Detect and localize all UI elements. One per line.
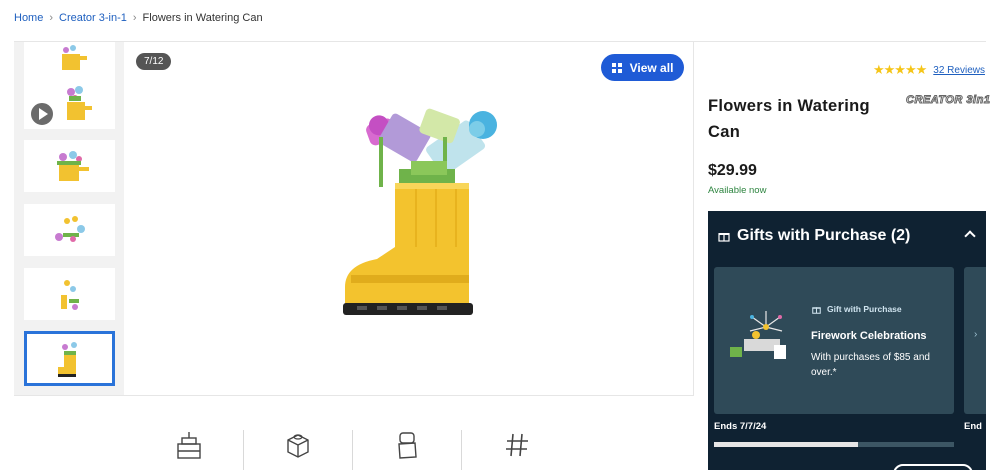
age-icon [177, 432, 201, 459]
thumbnail[interactable] [24, 268, 115, 320]
product-main-image[interactable]: 7/12 View all [125, 42, 694, 395]
brand-logo: CREATOR 3in1 [905, 94, 991, 107]
gift-card-next[interactable]: › [964, 267, 986, 414]
thumbnail-image [54, 216, 85, 242]
thumbnail-video[interactable] [24, 77, 115, 129]
product-price: $29.99 [708, 162, 757, 179]
gifts-with-purchase-panel: Gifts with Purchase (2) Gift with Purcha… [708, 211, 986, 470]
gift-end-date: Ends 7/7/24 [714, 421, 767, 432]
gift-with-purchase-label: Gift with Purchase [812, 304, 902, 314]
rating: ★★★★★ 32 Reviews [873, 62, 985, 78]
thumbnail-image [61, 45, 87, 70]
gift-product-image [730, 311, 786, 359]
product-features [135, 430, 571, 470]
star-rating-icon: ★★★★★ [873, 62, 927, 77]
pieces-icon [287, 434, 309, 458]
reviews-link[interactable]: 32 Reviews [933, 65, 985, 76]
breadcrumb-category-link[interactable]: Creator 3-in-1 [59, 12, 127, 24]
breadcrumb: Home › Creator 3-in-1 › Flowers in Water… [14, 12, 263, 24]
thumbnail-rail[interactable] [14, 42, 124, 395]
feature-age [135, 430, 244, 470]
gift-end-date-next: End [964, 421, 982, 432]
thumbnail[interactable] [24, 204, 115, 256]
thumbnail[interactable] [24, 140, 115, 192]
grid-icon [611, 62, 622, 73]
action-button-edge[interactable] [893, 464, 973, 470]
play-icon[interactable] [29, 101, 55, 127]
gifts-header-title: Gifts with Purchase (2) [737, 227, 911, 244]
image-counter: 7/12 [136, 53, 172, 70]
gifts-header[interactable]: Gifts with Purchase (2) [718, 227, 910, 245]
view-all-label: View all [629, 60, 674, 75]
thumbnail-image [60, 280, 79, 310]
gift-icon [812, 306, 821, 314]
product-image [343, 108, 497, 315]
availability-status: Available now [708, 185, 767, 196]
chevron-right-icon: › [49, 12, 54, 24]
product-title: Flowers in Watering Can [708, 97, 870, 141]
feature-pieces [244, 430, 353, 470]
breadcrumb-current: Flowers in Watering Can [142, 12, 263, 24]
feature-minifigure [353, 430, 462, 470]
item-number-icon [505, 433, 528, 457]
minifigure-icon [398, 432, 417, 459]
thumbnail-image [57, 341, 77, 377]
carousel-progress [714, 442, 954, 447]
gift-title: Firework Celebrations [811, 330, 927, 342]
thumbnail-active[interactable] [24, 331, 115, 386]
chevron-up-icon[interactable] [964, 230, 976, 242]
thumbnail-image [56, 151, 89, 181]
chevron-right-icon: › [132, 12, 137, 24]
carousel-progress-fill [714, 442, 858, 447]
gift-card[interactable]: Gift with Purchase Firework Celebrations… [714, 267, 954, 414]
gift-icon [718, 233, 730, 242]
breadcrumb-home-link[interactable]: Home [14, 12, 43, 24]
view-all-button[interactable]: View all [601, 54, 684, 81]
gift-with-purchase-text: Gift with Purchase [827, 304, 902, 314]
divider [14, 395, 694, 396]
arrow-icon: › [974, 329, 978, 340]
gift-description: With purchases of $85 and over.* [811, 352, 930, 378]
feature-item-number [462, 430, 571, 470]
